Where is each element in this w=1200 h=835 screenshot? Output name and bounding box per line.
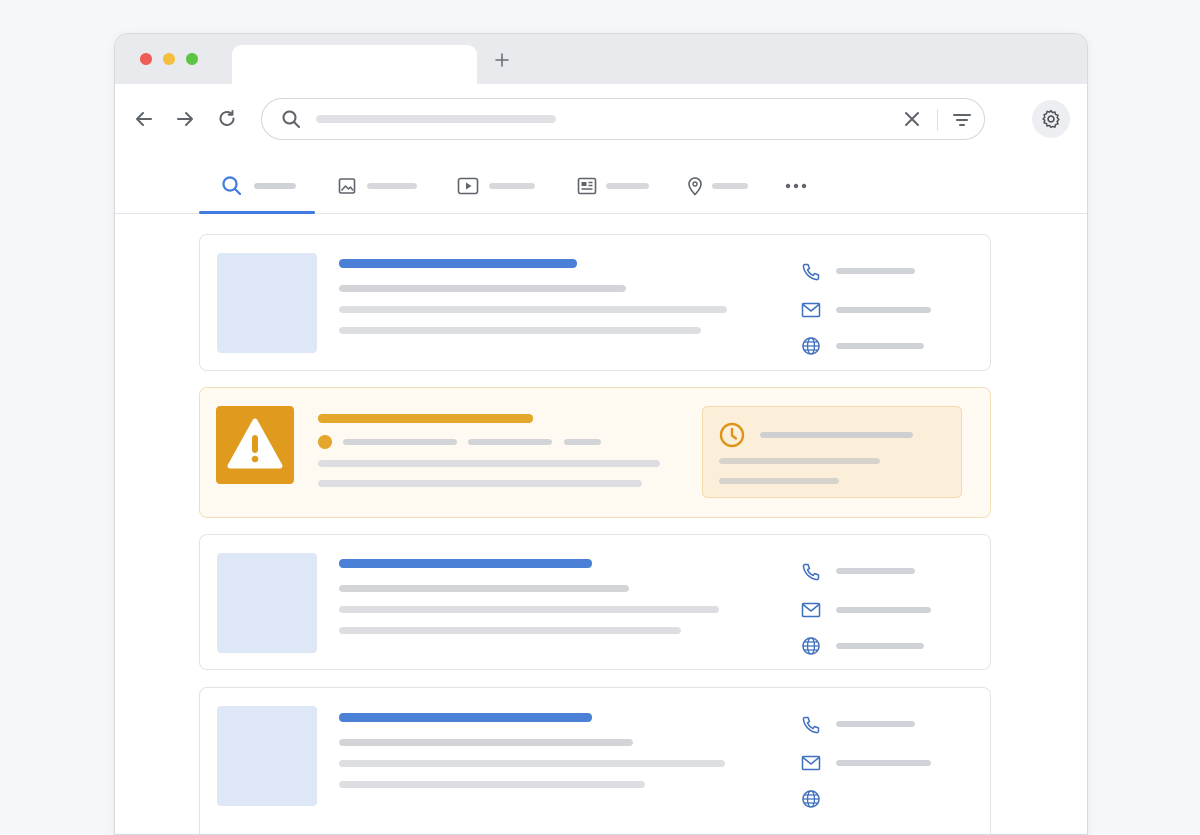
tab-strip [115, 34, 1087, 85]
mail-icon[interactable] [800, 599, 822, 621]
result-card[interactable] [199, 687, 991, 834]
search-bar[interactable] [261, 98, 985, 140]
tab-maps[interactable] [686, 160, 752, 213]
warning-snippet-line [318, 480, 642, 487]
tab-more[interactable] [782, 160, 810, 213]
reload-icon [219, 110, 235, 126]
minimize-window-button[interactable] [163, 53, 175, 65]
tab-all[interactable] [199, 160, 315, 214]
phone-number [836, 721, 915, 727]
forward-button[interactable] [172, 106, 198, 132]
phone-number [836, 568, 915, 574]
phone-icon[interactable] [800, 261, 822, 283]
browser-tab-active[interactable] [232, 45, 477, 85]
phone-icon[interactable] [800, 714, 822, 736]
hours-line [719, 458, 880, 464]
status-text [468, 439, 552, 445]
website-url [836, 643, 924, 649]
warning-tile [216, 406, 294, 484]
result-snippet-line [339, 306, 727, 313]
warning-result-card[interactable] [199, 387, 991, 518]
tab-videos[interactable] [456, 160, 536, 213]
map-pin-icon [688, 177, 702, 196]
email-address [836, 307, 931, 313]
result-url [339, 739, 633, 746]
close-window-button[interactable] [140, 53, 152, 65]
search-category-tabs [115, 160, 1087, 214]
result-url [339, 285, 626, 292]
status-dot [318, 435, 332, 449]
back-button[interactable] [131, 106, 157, 132]
search-icon [282, 110, 300, 128]
news-icon [577, 177, 597, 195]
result-thumbnail[interactable] [217, 706, 317, 806]
image-icon [338, 178, 356, 194]
result-snippet-line [339, 760, 725, 767]
result-snippet-line [339, 781, 645, 788]
active-tab-indicator [199, 211, 315, 214]
result-title-link[interactable] [339, 259, 577, 268]
phone-number [836, 268, 915, 274]
result-snippet-line [339, 606, 719, 613]
back-arrow-icon [136, 112, 152, 126]
mail-icon[interactable] [800, 299, 822, 321]
result-title-link[interactable] [339, 559, 592, 568]
result-thumbnail[interactable] [217, 553, 317, 653]
tab-label [254, 183, 296, 189]
gear-icon [1042, 109, 1060, 129]
email-address [836, 607, 931, 613]
result-title-link[interactable] [339, 713, 592, 722]
globe-icon[interactable] [800, 788, 822, 810]
result-url [339, 585, 629, 592]
tab-news[interactable] [577, 160, 651, 213]
phone-icon[interactable] [800, 561, 822, 583]
clock-icon [719, 422, 745, 448]
tab-label [712, 183, 748, 189]
more-icon [785, 183, 807, 189]
result-card[interactable] [199, 534, 991, 670]
result-snippet-line [339, 627, 681, 634]
forward-arrow-icon [177, 112, 193, 126]
tab-label [489, 183, 535, 189]
result-snippet-line [339, 327, 701, 334]
browser-window [114, 33, 1088, 835]
warning-title[interactable] [318, 414, 533, 423]
search-query-placeholder[interactable] [316, 115, 556, 123]
new-tab-button[interactable] [492, 50, 512, 70]
settings-button[interactable] [1032, 100, 1070, 138]
omnibox-divider [937, 109, 938, 131]
hours-line [719, 478, 839, 484]
filter-icon[interactable] [950, 108, 974, 132]
tab-images[interactable] [335, 160, 425, 213]
email-address [836, 760, 931, 766]
result-thumbnail[interactable] [217, 253, 317, 353]
close-icon[interactable] [902, 109, 922, 129]
warning-icon [227, 418, 283, 469]
plus-icon [495, 53, 509, 67]
warning-snippet-line [318, 460, 660, 467]
mail-icon[interactable] [800, 752, 822, 774]
tab-label [606, 183, 649, 189]
maximize-window-button[interactable] [186, 53, 198, 65]
result-card[interactable] [199, 234, 991, 371]
video-icon [457, 177, 479, 195]
website-url [836, 343, 924, 349]
status-text [343, 439, 457, 445]
status-text [564, 439, 601, 445]
hours-title [760, 432, 913, 438]
search-icon [222, 176, 242, 196]
globe-icon[interactable] [800, 335, 822, 357]
hours-panel [702, 406, 962, 498]
reload-button[interactable] [214, 106, 240, 132]
tab-label [367, 183, 417, 189]
globe-icon[interactable] [800, 635, 822, 657]
